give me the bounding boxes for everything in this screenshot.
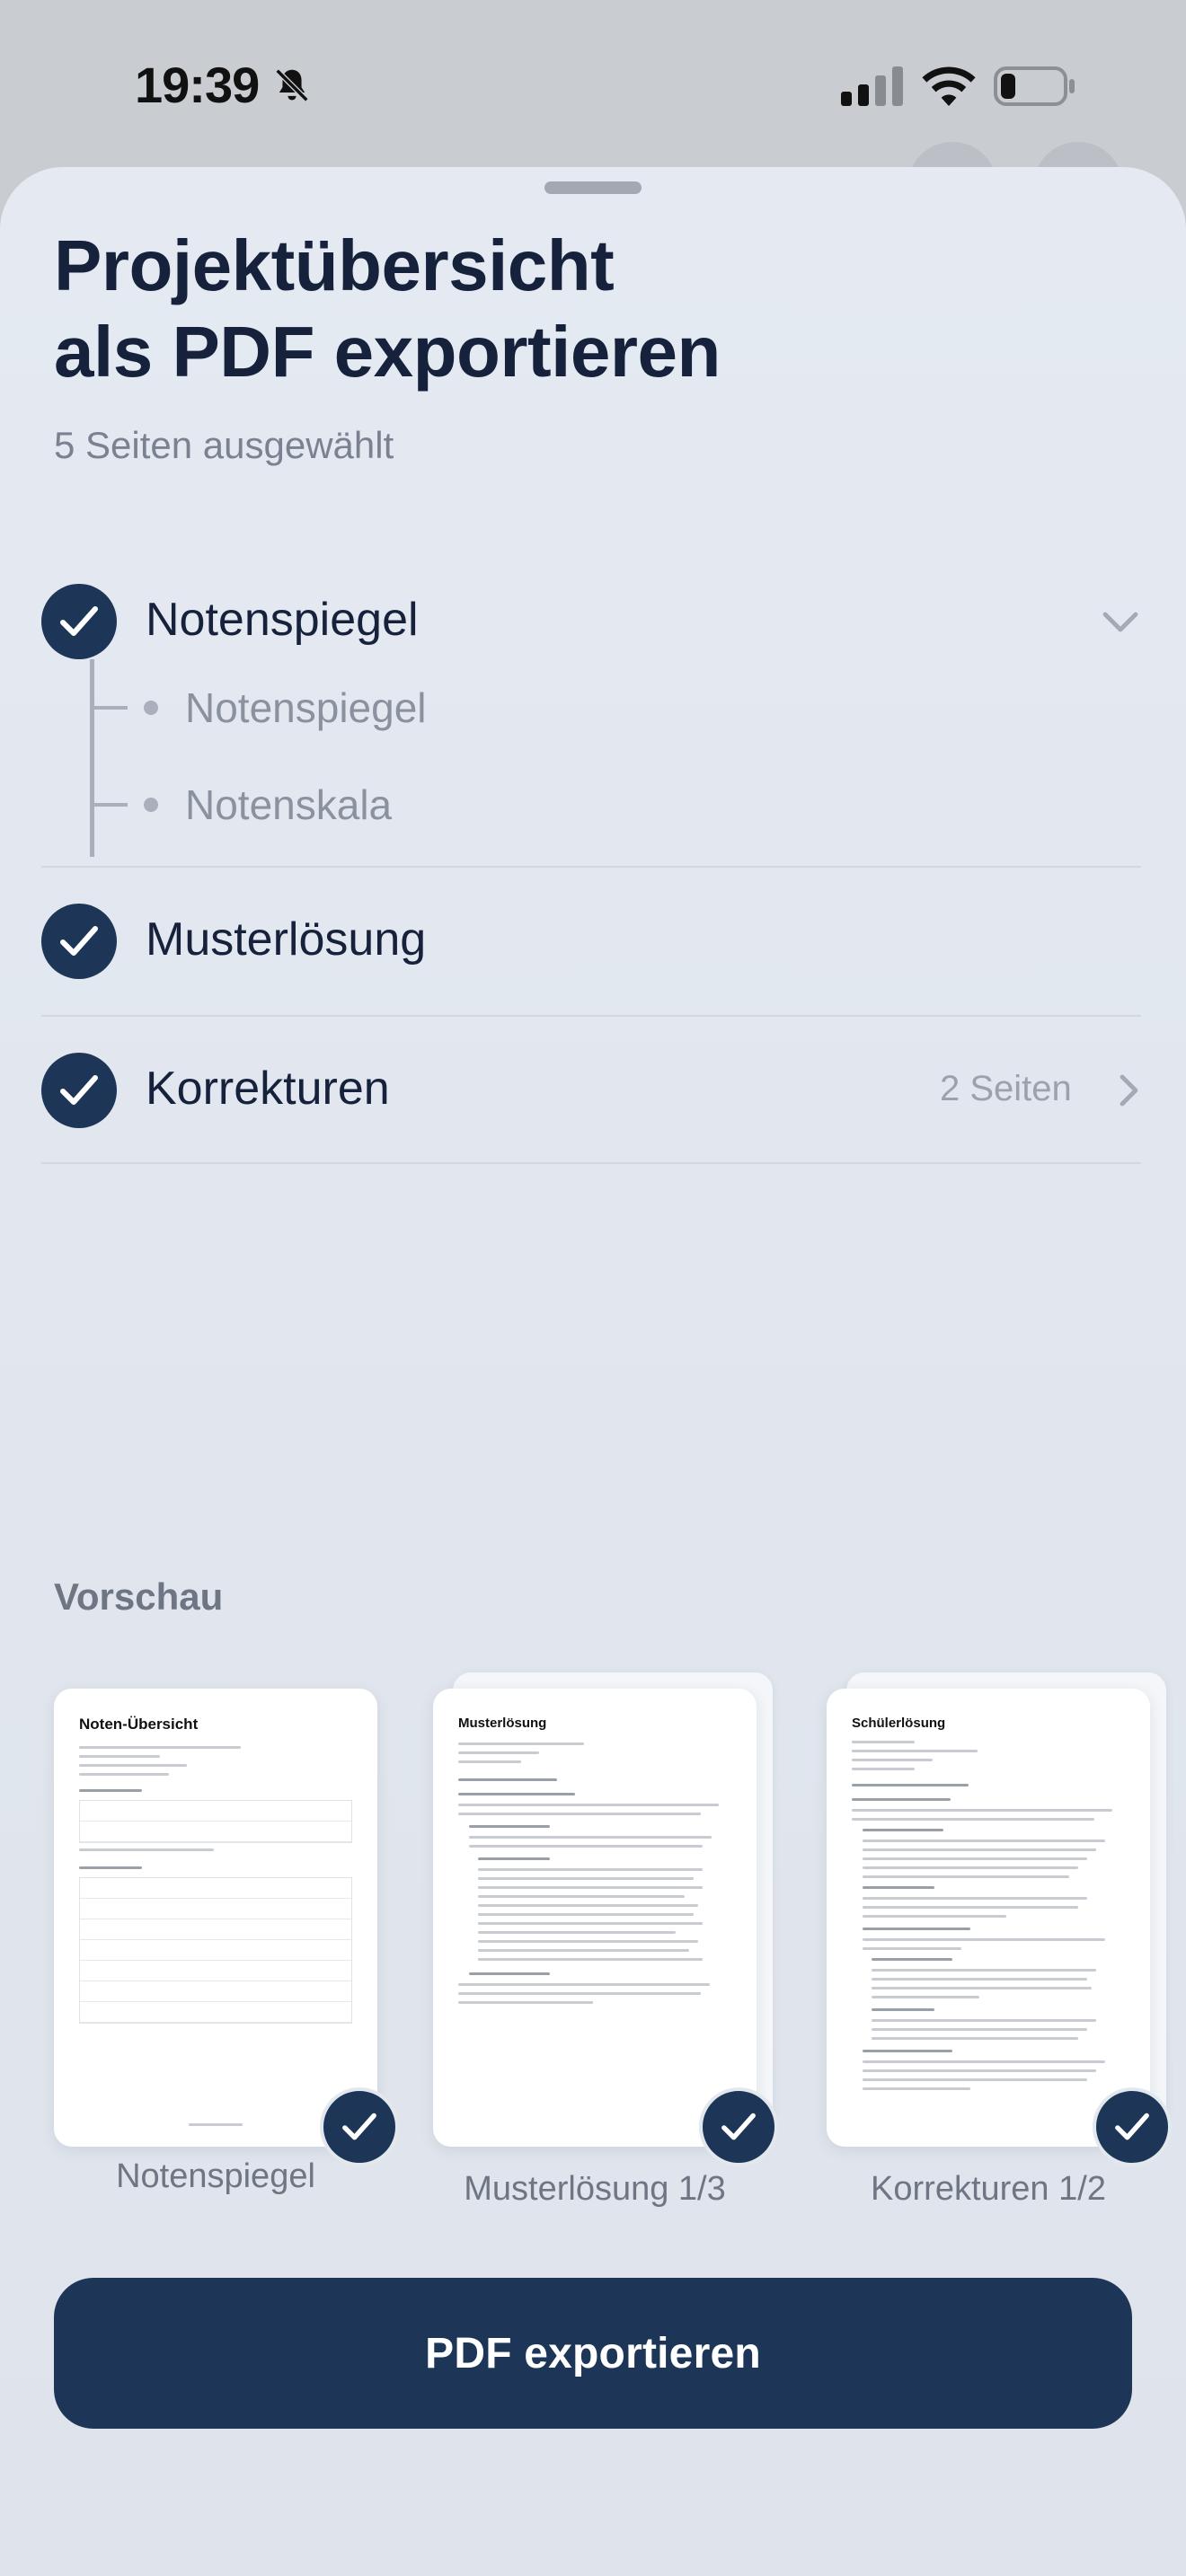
page-thumbnail: Noten-Übersicht [54, 1689, 377, 2147]
export-sheet: Projektübersicht als PDF exportieren 5 S… [0, 167, 1186, 2576]
preview-card-korrekturen[interactable]: Schülerlösung Korrekturen 1/2 [827, 1672, 1172, 2211]
page-thumbnail: Musterlösung [433, 1689, 757, 2147]
sub-item-notenskala[interactable]: Notenskala [90, 778, 629, 832]
thumbnail-title: Schülerlösung [852, 1716, 946, 1731]
divider [41, 1162, 1141, 1164]
preview-card-label: Korrekturen 1/2 [871, 2170, 1106, 2208]
preview-card-musterloesung[interactable]: Musterlösung Musterlösung 1/3 [433, 1672, 778, 2211]
section-row-notenspiegel[interactable]: Notenspiegel [41, 548, 1141, 695]
preview-card-notenspiegel[interactable]: Noten-Übersicht Notenspiegel [54, 1689, 399, 2195]
sheet-grabber[interactable] [544, 181, 642, 194]
sub-item-label: Notenskala [185, 781, 393, 828]
thumbnail-title: Noten-Übersicht [79, 1716, 199, 1733]
thumbnail-title: Musterlösung [458, 1716, 547, 1731]
cellular-signal-icon [841, 66, 903, 106]
battery-icon [994, 66, 1075, 106]
checkmark-circle-icon[interactable] [41, 584, 117, 659]
checkmark-circle-icon[interactable] [699, 2087, 778, 2166]
sub-item-label: Notenspiegel [185, 684, 427, 731]
sub-item-notenspiegel[interactable]: Notenspiegel [90, 681, 629, 735]
section-row-musterloesung[interactable]: Musterlösung [41, 868, 1141, 1015]
section-label: Korrekturen [146, 1063, 390, 1115]
selection-count: 5 Seiten ausgewählt [54, 424, 394, 466]
bell-slash-icon [275, 68, 309, 102]
checkmark-circle-icon[interactable] [1093, 2087, 1172, 2166]
page-thumbnail: Schülerlösung [827, 1689, 1150, 2147]
status-bar: 19:39 [0, 0, 1186, 232]
title-line-2: als PDF exportieren [54, 312, 721, 392]
section-label: Musterlösung [146, 913, 427, 966]
section-label: Notenspiegel [146, 594, 419, 646]
page-count: 2 Seiten [940, 1069, 1072, 1108]
checkmark-circle-icon[interactable] [41, 904, 117, 979]
chevron-right-icon[interactable] [1118, 1072, 1141, 1108]
export-pdf-button[interactable]: PDF exportieren [54, 2278, 1132, 2429]
title-line-1: Projektübersicht [54, 225, 615, 305]
sheet-title: Projektübersicht als PDF exportieren [54, 223, 1042, 395]
status-time: 19:39 [135, 57, 260, 113]
preview-card-label: Musterlösung 1/3 [464, 2170, 726, 2208]
chevron-down-icon[interactable] [1102, 609, 1139, 634]
checkmark-circle-icon[interactable] [41, 1053, 117, 1128]
section-row-korrekturen[interactable]: Korrekturen 2 Seiten [41, 1017, 1141, 1164]
wifi-icon [922, 66, 976, 106]
preview-card-label: Notenspiegel [116, 2157, 315, 2195]
preview-heading: Vorschau [54, 1575, 224, 1618]
checkmark-circle-icon[interactable] [320, 2087, 399, 2166]
